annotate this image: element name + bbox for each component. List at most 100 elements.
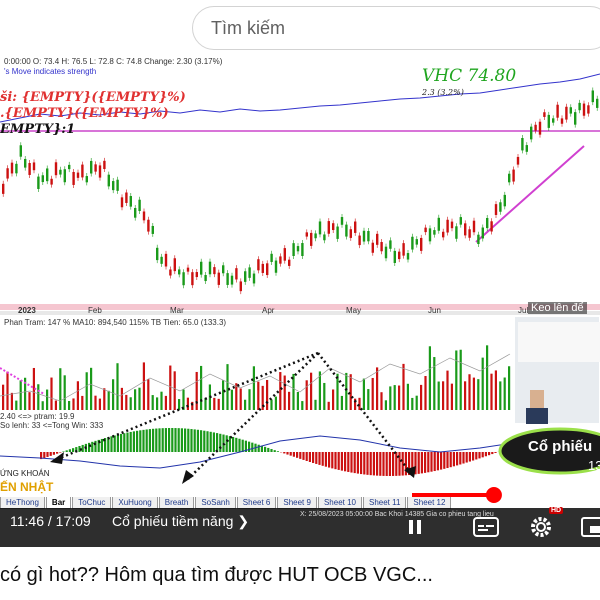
volume-bar [98, 398, 101, 410]
volume-bar [160, 391, 163, 410]
settings-button[interactable] [529, 516, 555, 540]
volume-bar [76, 381, 79, 410]
volume-bar [15, 400, 18, 410]
video-title[interactable]: có gì hot?? Hôm qua tìm được HUT OCB VGC… [0, 564, 433, 587]
histogram-bar [164, 428, 167, 452]
histogram-bar [148, 429, 151, 452]
histogram-bar [206, 431, 209, 452]
histogram-bar [417, 452, 420, 474]
histogram-bar [110, 436, 113, 452]
ticker-label: VHC 74.80 [422, 66, 517, 86]
volume-bar [235, 383, 238, 410]
histogram-bar [190, 429, 193, 452]
histogram-bar [216, 433, 219, 452]
volume-bar [257, 381, 260, 410]
overlay-line-1: ši: {EMPTY}({EMPTY}%) [0, 90, 186, 105]
histogram-bar [443, 452, 446, 469]
volume-bar [112, 379, 115, 410]
histogram-bar [337, 452, 340, 470]
histogram-bar [100, 438, 103, 452]
histogram-bar [436, 452, 439, 471]
histogram-bar [305, 452, 308, 461]
volume-bar [490, 373, 493, 410]
volume-bar [81, 395, 84, 410]
ticker-change: 2.3 (3.2%) [422, 88, 464, 97]
subtitles-button[interactable] [472, 516, 500, 540]
histogram-bar [65, 450, 68, 452]
chapter-title-text: Cổ phiếu tiềm năng [112, 513, 234, 529]
histogram-bar [209, 431, 212, 452]
volume-bar [217, 398, 220, 410]
volume-bar [349, 374, 352, 410]
histogram-bar [494, 452, 497, 453]
histogram-bar [446, 452, 449, 469]
volume-bar [213, 397, 216, 410]
histogram-bar [232, 436, 235, 452]
thumbnail-caption: Keo lên để [528, 302, 587, 314]
histogram-bar [270, 449, 273, 452]
branding-line-2: ẾN NHẬT [0, 480, 54, 494]
histogram-bar [248, 441, 251, 452]
histogram-bar [347, 452, 350, 472]
volume-bar [164, 395, 167, 410]
volume-bar [318, 371, 321, 410]
ma-note: 's Move indicates strength [4, 67, 97, 76]
volume-bar [200, 365, 203, 410]
volume-bar [398, 385, 401, 410]
volume-bar [362, 378, 365, 410]
histogram-bar [180, 428, 183, 452]
volume-bar [420, 384, 423, 410]
chapter-title[interactable]: Cổ phiếu tiềm năng ❯ [112, 513, 249, 530]
histogram-bar [356, 452, 359, 474]
search-placeholder: Tìm kiếm [211, 18, 285, 38]
histogram-bar [139, 430, 142, 452]
volume-bar [274, 396, 277, 410]
volume-bar [384, 400, 387, 410]
histogram-bar [225, 435, 228, 452]
histogram-bar [440, 452, 443, 470]
histogram-bar [324, 452, 327, 467]
miniplayer-button[interactable] [580, 516, 600, 540]
volume-bar [494, 370, 497, 410]
histogram-bar [200, 430, 203, 452]
ohlc-readout: 0:00:00 O: 73.4 H: 76.5 L: 72.8 C: 74.8 … [4, 57, 223, 66]
histogram-bar [302, 452, 305, 460]
volume-bar [134, 389, 137, 410]
volume-bar [389, 386, 392, 410]
volume-bar [147, 379, 150, 410]
volume-bar [402, 363, 405, 410]
histogram-bar [155, 428, 158, 452]
volume-bar [332, 389, 335, 410]
histogram-bar [62, 451, 65, 452]
pause-button[interactable] [404, 516, 426, 540]
histogram-bar [369, 452, 372, 476]
volume-bar [310, 372, 313, 410]
volume-bar [270, 399, 273, 410]
volume-bar [2, 384, 5, 410]
histogram-bar [299, 452, 302, 459]
volume-bar [68, 401, 71, 410]
video-player[interactable]: 0:00:00 O: 73.4 H: 76.5 L: 72.8 C: 74.8 … [0, 56, 600, 547]
search-input[interactable]: Tìm kiếm [192, 6, 600, 50]
histogram-bar [142, 429, 145, 452]
volume-bar [292, 373, 295, 410]
volume-bar [393, 385, 396, 410]
indicator-line-2: So lenh: 33 <=Tong Win: 333 [0, 421, 104, 430]
volume-bar [222, 380, 225, 410]
volume-bar [376, 367, 379, 410]
histogram-bar [59, 452, 62, 453]
volume-bar [63, 375, 66, 410]
month-label: 2023 [18, 306, 36, 315]
histogram-bar [43, 452, 46, 459]
volume-bar [459, 349, 462, 410]
histogram-bar [196, 429, 199, 452]
volume-bar [424, 376, 427, 410]
histogram-bar [228, 436, 231, 452]
volume-bar [486, 345, 489, 410]
volume-bar [371, 377, 374, 410]
volume-bar [41, 401, 44, 410]
month-label: Mar [170, 306, 184, 315]
volume-bar [142, 362, 145, 410]
histogram-bar [331, 452, 334, 469]
histogram-bar [49, 452, 52, 456]
